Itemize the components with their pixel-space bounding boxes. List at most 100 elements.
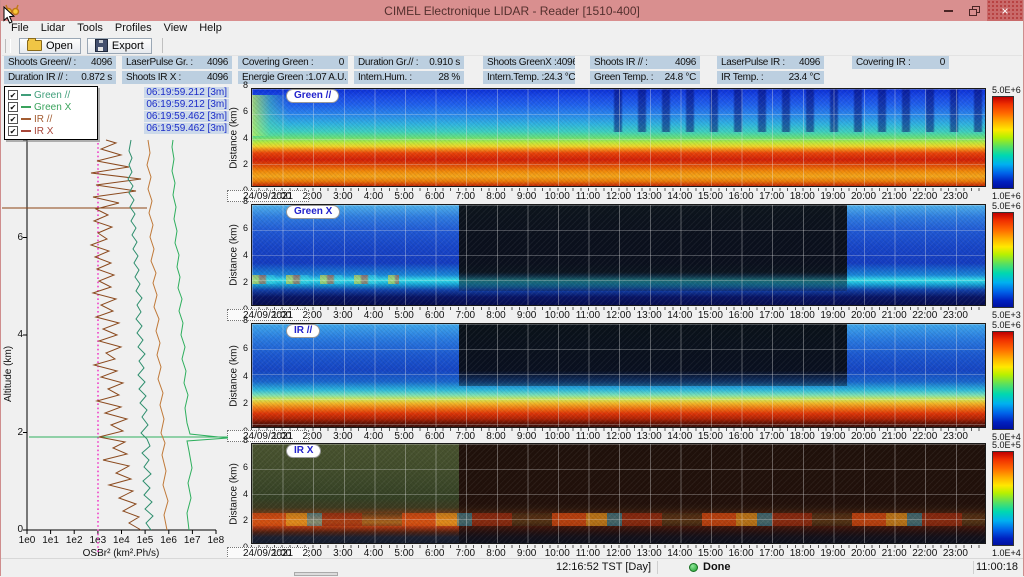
- hour-tick-label: 16:00: [728, 430, 753, 443]
- hour-tick-label: 7:00: [456, 309, 475, 322]
- hour-tick-label: 2:00: [303, 190, 322, 203]
- legend-label: Green X: [34, 102, 71, 113]
- restore-button[interactable]: [961, 0, 987, 21]
- time-axis-row: 24/09/2021 1:002:003:004:005:006:007:008…: [226, 308, 1021, 322]
- legend-item[interactable]: Green //: [5, 89, 97, 101]
- profile-curve-green-parallel: [128, 140, 153, 530]
- legend-label: IR //: [34, 114, 52, 125]
- menu-item[interactable]: Lidar: [35, 21, 71, 36]
- minimize-icon: [944, 10, 953, 12]
- colorbar-gradient: [992, 331, 1014, 430]
- legend-item[interactable]: IR X: [5, 125, 97, 137]
- splitter-handle[interactable]: [294, 572, 338, 576]
- legend-line-swatch: [21, 94, 31, 96]
- heatmap-green-parallel[interactable]: [251, 88, 986, 187]
- colorbar: 5.0E+6 1.0E+6: [992, 85, 1024, 201]
- hour-tick-label: 2:00: [303, 309, 322, 322]
- axis-tick-label: 6: [243, 223, 248, 233]
- legend-item[interactable]: IR //: [5, 113, 97, 125]
- legend-label: Green //: [34, 90, 70, 101]
- hour-tick-label: 4:00: [364, 309, 383, 322]
- info-field: Duration Gr.// :0.910 s: [354, 56, 464, 69]
- hour-tick-label: 18:00: [790, 430, 815, 443]
- heatmap-ir-parallel[interactable]: [251, 323, 986, 428]
- hour-tick-label: 21:00: [882, 430, 907, 443]
- info-field: Shoots GreenX :4096: [483, 56, 575, 69]
- altitude-profile-plot[interactable]: [1, 133, 233, 563]
- heatmap-ir-x[interactable]: [251, 443, 986, 544]
- hour-tick-label: 20:00: [851, 309, 876, 322]
- toolbar-separator: [162, 38, 163, 53]
- hour-labels: 1:002:003:004:005:006:007:008:009:0010:0…: [251, 430, 986, 443]
- hour-tick-label: 3:00: [333, 190, 352, 203]
- info-row-2: Duration IR // :0.872 sShoots IR X :4096…: [1, 71, 1023, 85]
- legend-item[interactable]: Green X: [5, 101, 97, 113]
- hour-tick-label: 7:00: [456, 190, 475, 203]
- hour-tick-label: 15:00: [698, 430, 723, 443]
- axis-tick-label: 4: [243, 250, 248, 260]
- heatmap-green-x[interactable]: [251, 204, 986, 306]
- hour-tick-label: 12:00: [606, 309, 631, 322]
- hour-tick-label: 13:00: [637, 309, 662, 322]
- panel-green-parallel: Distance (km) 86420 Green // 5.0E+6 1.0E…: [226, 88, 1021, 187]
- hour-tick-label: 13:00: [637, 190, 662, 203]
- colorbar-gradient: [992, 451, 1014, 546]
- restore-icon: [969, 6, 980, 16]
- colorbar-max-label: 5.0E+6: [992, 320, 1021, 330]
- checkbox-checked-icon[interactable]: [8, 126, 18, 136]
- info-field: Shoots IR // :4096: [590, 56, 700, 69]
- close-button[interactable]: ×: [987, 0, 1023, 21]
- hour-tick-label: 7:00: [456, 430, 475, 443]
- status-done-label: Done: [703, 561, 731, 573]
- open-button[interactable]: Open: [19, 38, 81, 54]
- axis-tick-label: 6: [243, 462, 248, 472]
- info-field: Green Temp. :24.8 °C: [590, 71, 700, 84]
- title-bar: CIMEL Electronique LIDAR - Reader [1510-…: [1, 0, 1023, 21]
- hour-tick-label: 15:00: [698, 190, 723, 203]
- checkbox-checked-icon[interactable]: [8, 114, 18, 124]
- menu-item[interactable]: View: [158, 21, 194, 36]
- info-row-1: Shoots Green// :4096LaserPulse Gr. :4096…: [1, 56, 1023, 70]
- hour-tick-label: 6:00: [425, 430, 444, 443]
- hour-tick-label: 20:00: [851, 430, 876, 443]
- hour-tick-label: 8:00: [486, 430, 505, 443]
- checkbox-checked-icon[interactable]: [8, 102, 18, 112]
- profile-timestamps: 06:19:59.212 [3m]06:19:59.212 [3m]06:19:…: [101, 87, 229, 135]
- hour-tick-label: 11:00: [576, 309, 600, 322]
- status-ok-icon: [689, 563, 698, 572]
- timestamp: 06:19:59.462 [3m]: [144, 111, 229, 122]
- hour-tick-label: 10:00: [545, 430, 570, 443]
- menu-item[interactable]: Help: [193, 21, 228, 36]
- menu-item[interactable]: Tools: [71, 21, 109, 36]
- hour-tick-label: 19:00: [820, 309, 845, 322]
- hour-tick-label: 10:00: [545, 190, 570, 203]
- hour-tick-label: 18:00: [790, 309, 815, 322]
- panel-label-badge: Green //: [286, 89, 339, 103]
- distance-axis-ticks: 86420: [237, 320, 249, 431]
- heatmap-grid: [252, 444, 985, 543]
- hour-tick-label: 5:00: [394, 430, 413, 443]
- mouse-cursor: [3, 6, 15, 24]
- hour-tick-label: 6:00: [425, 309, 444, 322]
- open-button-label: Open: [46, 40, 73, 52]
- export-button[interactable]: Export: [87, 38, 152, 54]
- hour-tick-label: 4:00: [364, 430, 383, 443]
- hour-tick-label: 18:00: [790, 190, 815, 203]
- info-field: LaserPulse Gr. :4096: [122, 56, 232, 69]
- minimize-button[interactable]: [935, 0, 961, 21]
- hour-tick-label: 15:00: [698, 309, 723, 322]
- hour-tick-label: 5:00: [394, 309, 413, 322]
- hour-tick-label: 20:00: [851, 190, 876, 203]
- hour-tick-label: 1:00: [272, 309, 291, 322]
- hour-tick-label: 3:00: [333, 309, 352, 322]
- toolbar: Open Export: [2, 36, 1022, 56]
- info-field: Covering Green :0: [238, 56, 348, 69]
- hour-tick-label: 9:00: [517, 190, 536, 203]
- panel-ir-x: Distance (km) 86420 IR X 5.0E+5 1.0E+4: [226, 443, 1021, 544]
- legend-box: Green // Green X IR // IR X: [4, 86, 98, 140]
- hour-tick-label: 22:00: [912, 430, 937, 443]
- hour-tick-label: 22:00: [912, 309, 937, 322]
- menu-item[interactable]: Profiles: [109, 21, 158, 36]
- checkbox-checked-icon[interactable]: [8, 90, 18, 100]
- hour-tick-label: 11:00: [576, 430, 600, 443]
